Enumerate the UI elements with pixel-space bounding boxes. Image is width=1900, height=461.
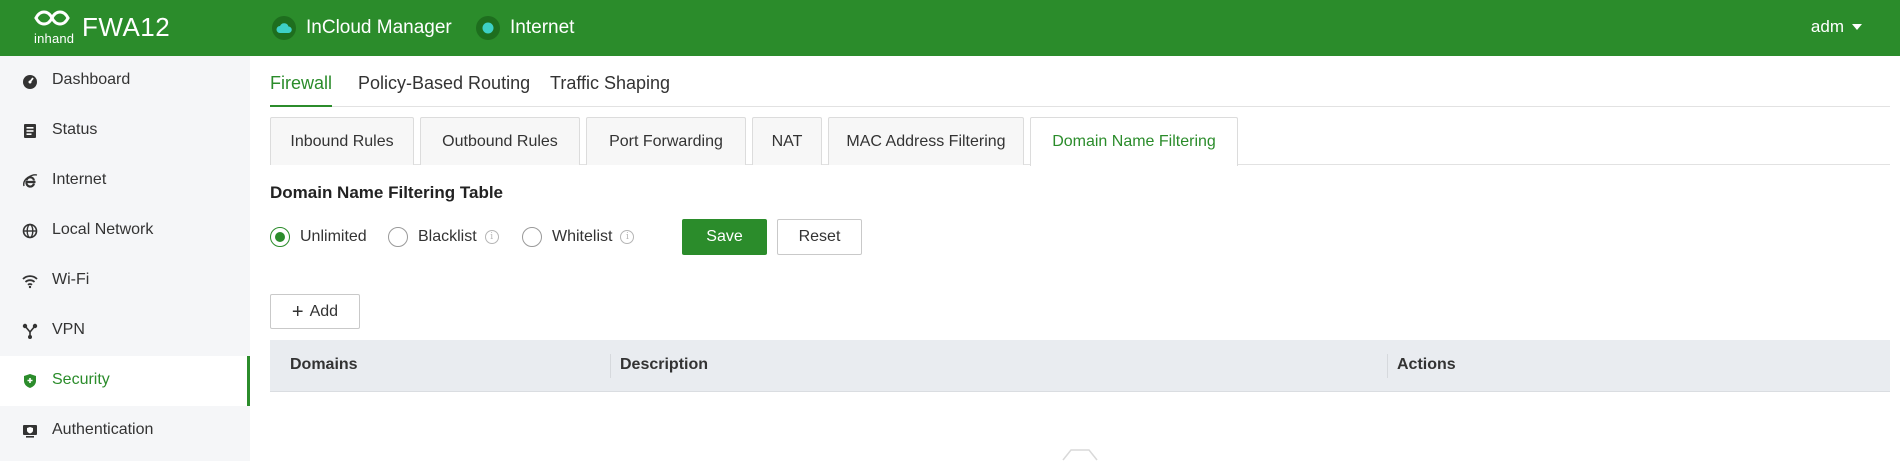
user-name: adm (1810, 17, 1844, 36)
sidebar: Dashboard Status Internet Local Network … (0, 56, 250, 461)
top-bar: inhand FWA12 InCloud Manager Internet ad… (0, 0, 1900, 56)
sidebar-item-authentication[interactable]: Authentication (0, 406, 250, 456)
info-icon[interactable]: i (484, 230, 499, 244)
subtab-nat[interactable]: NAT (752, 117, 822, 165)
wifi-icon (22, 275, 38, 289)
user-menu[interactable]: adm (1811, 17, 1862, 37)
radio-blacklist[interactable]: Blacklist i (388, 227, 499, 247)
column-divider (1387, 354, 1388, 378)
sidebar-item-label: Authentication (52, 421, 154, 438)
subtab-domain-name-filtering[interactable]: Domain Name Filtering (1030, 117, 1238, 166)
add-button-label: Add (309, 302, 339, 320)
domain-table-header: Domains Description Actions (270, 340, 1890, 392)
internet-status-link[interactable]: Internet (476, 16, 574, 40)
section-title: Domain Name Filtering Table (270, 183, 504, 202)
incloud-manager-label: InCloud Manager (306, 17, 452, 38)
sidebar-item-label: Local Network (52, 221, 154, 238)
top-tabs: Firewall Policy-Based Routing Traffic Sh… (270, 56, 1890, 107)
column-header-domains: Domains (290, 356, 358, 373)
brand-logo[interactable]: inhand FWA12 (30, 8, 170, 48)
globe-icon (22, 223, 38, 239)
sidebar-item-label: Dashboard (52, 71, 131, 88)
sidebar-item-label: Security (52, 371, 110, 388)
sidebar-item-wifi[interactable]: Wi-Fi (0, 256, 250, 306)
radio-unlimited[interactable]: Unlimited (270, 227, 367, 247)
sidebar-item-vpn[interactable]: VPN (0, 306, 250, 356)
brand-small-text: inhand (34, 31, 75, 46)
tab-policy-based-routing[interactable]: Policy-Based Routing (358, 73, 530, 107)
radio-circle (388, 227, 408, 247)
plus-icon: + (291, 300, 304, 323)
tab-traffic-shaping[interactable]: Traffic Shaping (550, 73, 670, 107)
radio-label: Whitelist (552, 228, 613, 245)
radio-circle (522, 227, 542, 247)
sidebar-item-label: Wi-Fi (52, 271, 90, 288)
subtab-mac-address-filtering[interactable]: MAC Address Filtering (828, 117, 1024, 165)
dashboard-icon (23, 75, 37, 89)
column-divider (610, 354, 611, 378)
shield-icon (24, 374, 36, 388)
radio-label: Blacklist (418, 228, 477, 245)
save-button[interactable]: Save (682, 219, 767, 255)
sidebar-item-dashboard[interactable]: Dashboard (0, 56, 250, 106)
caret-down-icon (1852, 24, 1862, 30)
radio-circle (270, 227, 290, 247)
subtab-port-forwarding[interactable]: Port Forwarding (586, 117, 746, 165)
sub-tabs: Inbound Rules Outbound Rules Port Forwar… (270, 117, 1890, 166)
main-content: Firewall Policy-Based Routing Traffic Sh… (250, 56, 1900, 461)
brand-name: FWA12 (82, 12, 171, 42)
info-icon[interactable]: i (620, 230, 635, 244)
sidebar-item-internet[interactable]: Internet (0, 156, 250, 206)
sidebar-item-label: Internet (52, 171, 107, 188)
internet-status-icon (476, 16, 500, 40)
tab-firewall[interactable]: Firewall (270, 73, 333, 107)
subtab-inbound-rules[interactable]: Inbound Rules (270, 117, 414, 165)
status-icon (24, 124, 36, 138)
reset-button[interactable]: Reset (777, 219, 862, 255)
radio-label: Unlimited (300, 228, 367, 245)
sidebar-item-security[interactable]: Security (0, 356, 250, 406)
sidebar-item-local-network[interactable]: Local Network (0, 206, 250, 256)
sidebar-item-label: Status (52, 121, 98, 138)
add-button[interactable]: + Add (270, 294, 360, 329)
internet-icon (23, 174, 38, 188)
empty-data-icon (1062, 449, 1098, 461)
authentication-icon (23, 425, 37, 438)
incloud-manager-link[interactable]: InCloud Manager (272, 16, 452, 40)
radio-whitelist[interactable]: Whitelist i (522, 227, 635, 247)
sidebar-item-status[interactable]: Status (0, 106, 250, 156)
cloud-icon (272, 16, 296, 40)
column-header-actions: Actions (1397, 356, 1456, 373)
filter-mode-radio-group: Unlimited Blacklist i Whitelist i (270, 219, 970, 255)
internet-status-label: Internet (510, 17, 575, 38)
subtab-outbound-rules[interactable]: Outbound Rules (420, 117, 580, 165)
vpn-icon (22, 323, 38, 339)
column-header-description: Description (620, 356, 709, 373)
sidebar-item-label: VPN (52, 321, 85, 338)
